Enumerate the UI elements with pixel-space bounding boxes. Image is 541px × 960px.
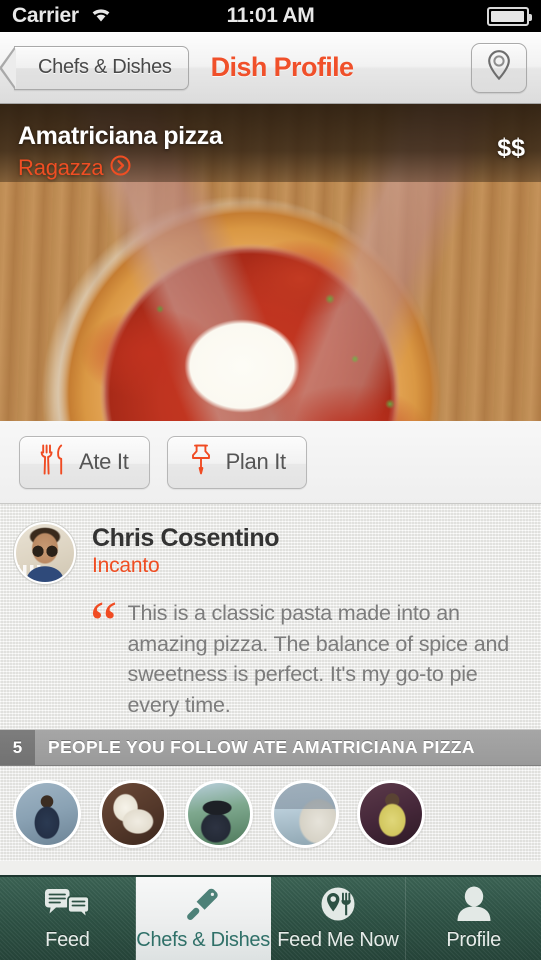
plan-it-label: Plan It bbox=[225, 449, 287, 474]
restaurant-link[interactable]: Ragazza bbox=[18, 155, 222, 181]
pushpin-icon bbox=[188, 443, 214, 481]
follower-avatar[interactable] bbox=[271, 779, 339, 848]
nav-bar: Chefs & Dishes Dish Profile bbox=[0, 32, 541, 104]
status-bar: Carrier 11:01 AM bbox=[0, 0, 541, 32]
battery-icon bbox=[487, 6, 532, 26]
plan-it-button[interactable]: Plan It bbox=[166, 435, 307, 489]
status-bar-left: Carrier bbox=[12, 4, 113, 28]
follower-avatar[interactable] bbox=[357, 779, 425, 848]
cleaver-icon bbox=[181, 885, 225, 923]
tab-feed-label: Feed bbox=[45, 929, 90, 951]
app-root: Carrier 11:01 AM Chefs & Dishes Dish Pro… bbox=[0, 0, 541, 960]
dish-hero: Amatriciana pizza Ragazza $$ bbox=[0, 104, 541, 421]
tab-profile[interactable]: Profile bbox=[406, 877, 541, 960]
pin-fork-icon bbox=[318, 885, 358, 923]
followers-header-title: PEOPLE YOU FOLLOW ATE AMATRICIANA PIZZA bbox=[48, 737, 475, 757]
tab-feed-me-now[interactable]: Feed Me Now bbox=[271, 877, 407, 960]
tab-feed-me-now-label: Feed Me Now bbox=[277, 929, 399, 951]
chef-name: Chris Cosentino bbox=[92, 524, 280, 552]
dish-name: Amatriciana pizza bbox=[18, 122, 223, 150]
tab-feed[interactable]: Feed bbox=[0, 877, 136, 960]
followers-count-badge: 5 bbox=[0, 730, 35, 765]
review-text: This is a classic pasta made into an ama… bbox=[127, 601, 510, 718]
person-icon bbox=[454, 885, 494, 923]
followers-header: 5 PEOPLE YOU FOLLOW ATE AMATRICIANA PIZZ… bbox=[0, 730, 541, 766]
carrier-label: Carrier bbox=[12, 4, 79, 27]
back-button[interactable]: Chefs & Dishes bbox=[14, 45, 189, 90]
tab-profile-label: Profile bbox=[446, 929, 501, 951]
map-button[interactable] bbox=[471, 42, 527, 93]
review-body: “ This is a classic pasta made into an a… bbox=[0, 590, 541, 721]
status-bar-right bbox=[487, 6, 532, 26]
follower-avatar[interactable] bbox=[13, 779, 81, 848]
chat-bubbles-icon bbox=[43, 885, 91, 923]
dish-info: Amatriciana pizza Ragazza bbox=[18, 122, 223, 181]
chef-review-section: Chris Cosentino Incanto “ This is a clas… bbox=[0, 504, 541, 730]
chef-meta: Chris Cosentino Incanto bbox=[92, 522, 279, 578]
chef-avatar[interactable] bbox=[14, 522, 76, 584]
chef-header: Chris Cosentino Incanto bbox=[0, 522, 541, 584]
tab-bar: Feed Chefs & Dishes Feed Me Now Profile bbox=[0, 875, 541, 960]
follower-avatar[interactable] bbox=[185, 779, 253, 848]
ate-it-label: Ate It bbox=[79, 449, 129, 474]
wifi-icon bbox=[89, 5, 113, 28]
quote-mark-icon: “ bbox=[90, 590, 118, 658]
tab-chefs-and-dishes-label: Chefs & Dishes bbox=[136, 929, 270, 951]
price-indicator: $$ bbox=[497, 134, 525, 162]
fork-knife-icon bbox=[40, 443, 67, 481]
chevron-right-circle-icon bbox=[110, 155, 131, 181]
page-title: Dish Profile bbox=[210, 52, 354, 82]
follower-avatar[interactable] bbox=[99, 779, 167, 848]
restaurant-name: Ragazza bbox=[18, 155, 104, 180]
tab-chefs-and-dishes[interactable]: Chefs & Dishes bbox=[135, 877, 271, 960]
map-pin-icon bbox=[486, 49, 512, 86]
chef-restaurant-link[interactable]: Incanto bbox=[92, 554, 279, 578]
followers-avatar-list[interactable] bbox=[0, 766, 541, 861]
back-button-label: Chefs & Dishes bbox=[38, 56, 172, 78]
ate-it-button[interactable]: Ate It bbox=[19, 435, 150, 489]
battery-fill bbox=[491, 10, 524, 22]
action-bar: Ate It Plan It bbox=[0, 421, 541, 504]
